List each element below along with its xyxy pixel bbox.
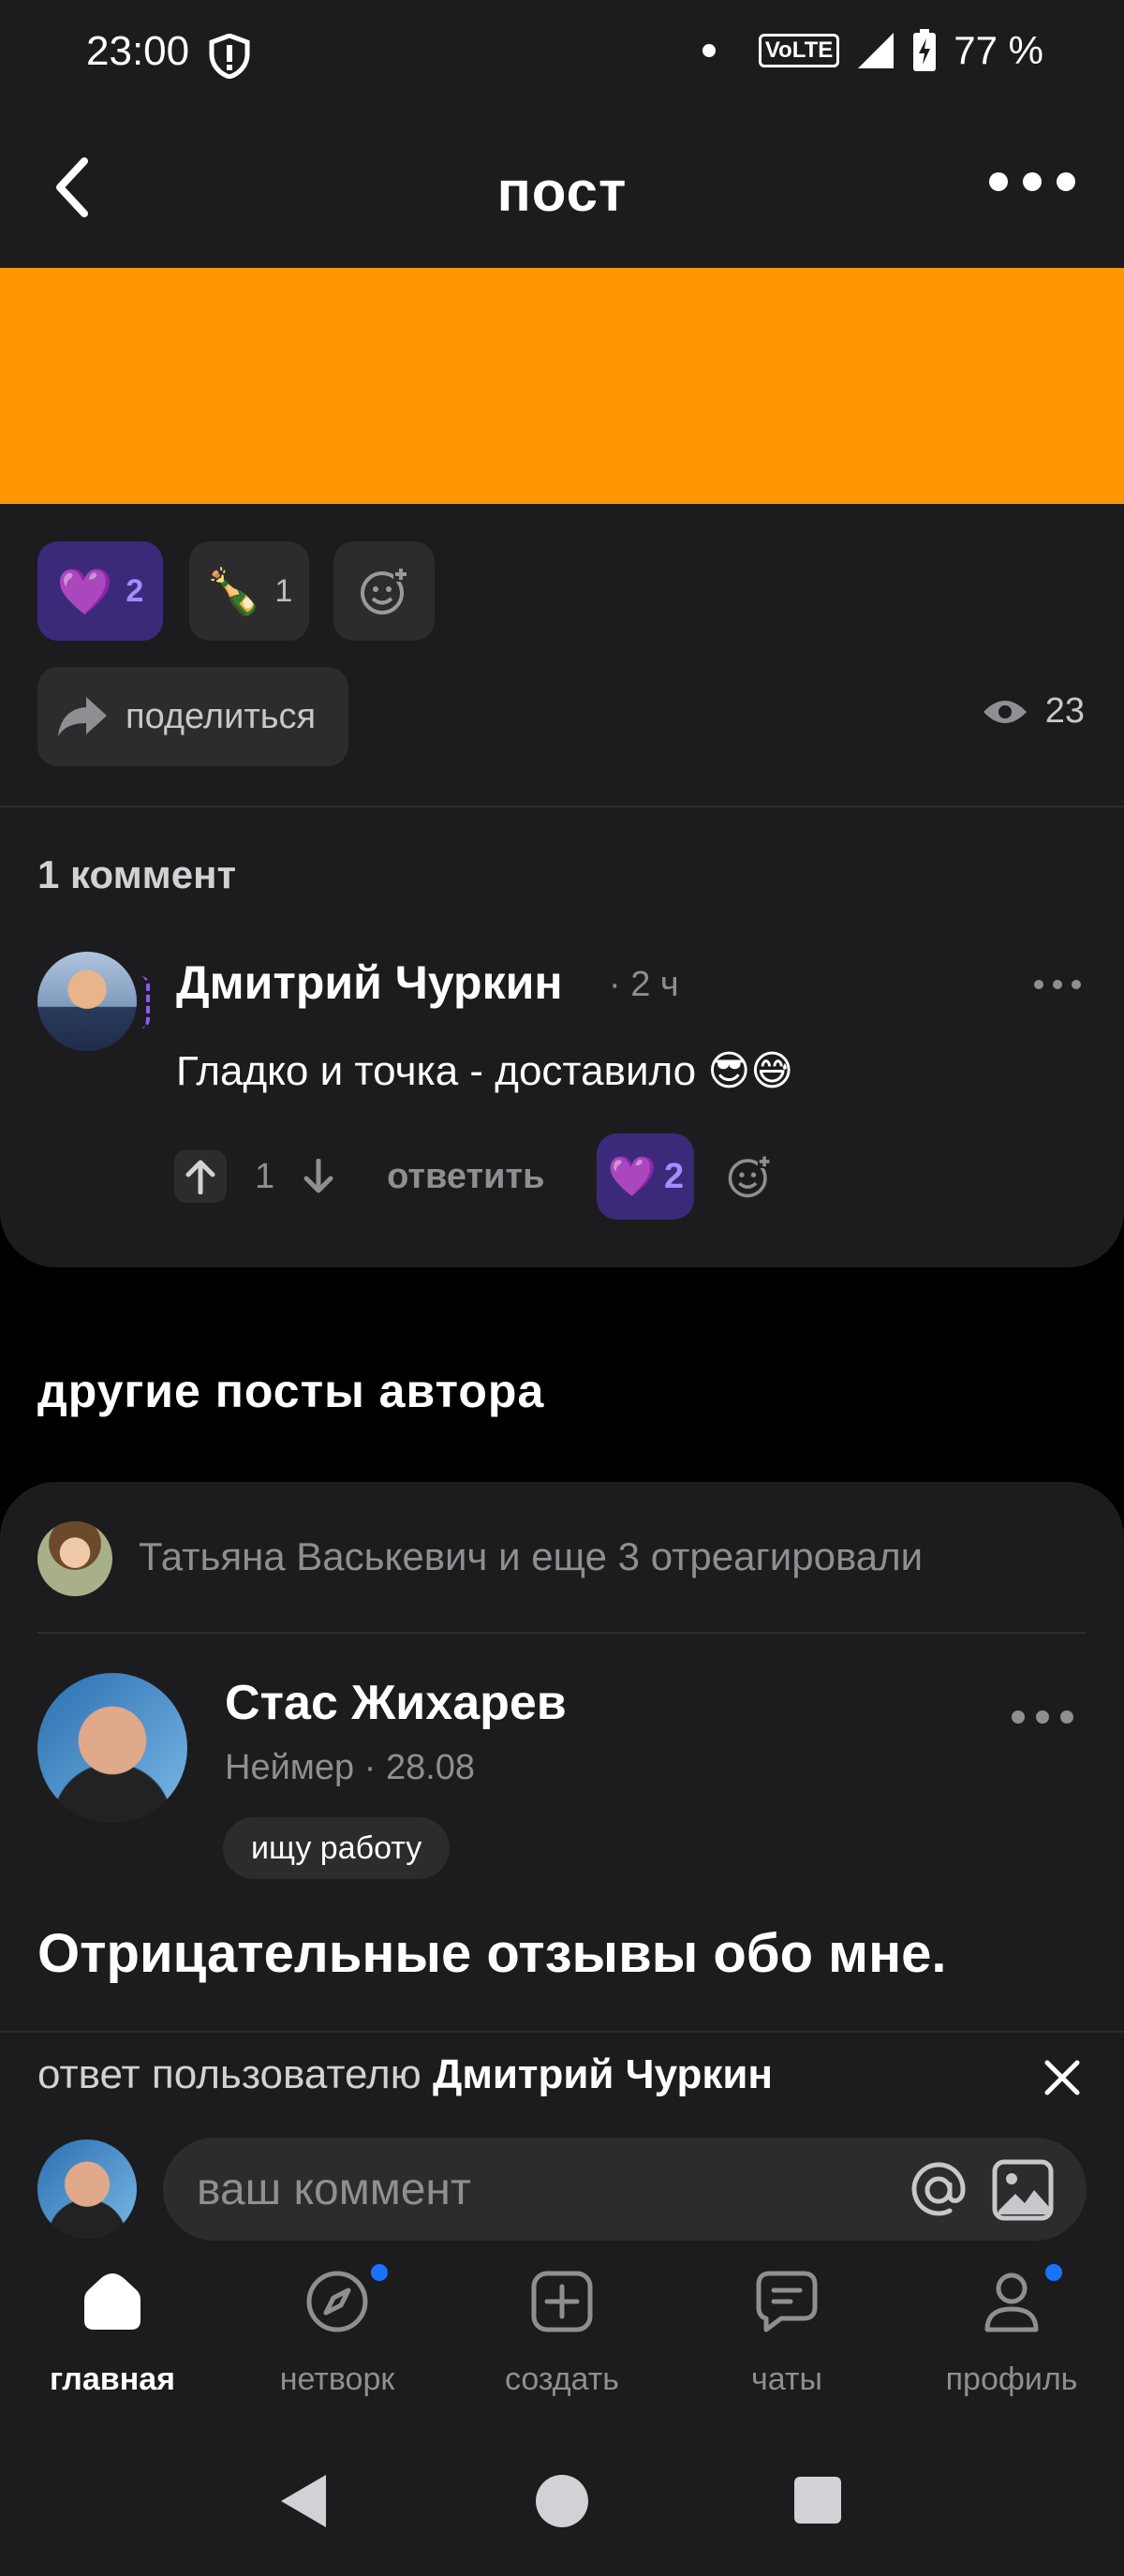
divider (37, 1632, 1087, 1634)
comment-author-name[interactable]: Дмитрий Чуркин (176, 955, 563, 1010)
notification-dot-icon (702, 44, 716, 57)
post-more-icon[interactable] (1012, 1710, 1073, 1724)
chat-icon (756, 2271, 818, 2332)
status-bar: 23:00 VoLTE 77 % (0, 0, 1124, 112)
nav-label: чаты (751, 2361, 822, 2397)
reply-to-label: ответ пользователю Дмитрий Чуркин (37, 2051, 773, 2098)
post-author-avatar[interactable] (37, 1673, 187, 1823)
reply-button[interactable]: ответить (387, 1157, 544, 1197)
vote-count: 1 (255, 1156, 275, 1196)
upvote-button[interactable] (174, 1150, 227, 1203)
nav-item-create[interactable]: создать (450, 2270, 674, 2420)
reaction-count: 2 (664, 1156, 685, 1196)
story-ring (140, 976, 150, 1029)
share-arrow-icon (58, 697, 107, 736)
battery-percent: 77 % (954, 28, 1043, 72)
notification-dot (1045, 2264, 1062, 2281)
top-app-bar: пост (0, 112, 1124, 268)
page-title: пост (496, 160, 628, 223)
nav-label: главная (49, 2361, 175, 2397)
share-button[interactable]: поделиться (37, 667, 348, 766)
nav-item-network[interactable]: нетворк (225, 2264, 450, 2420)
system-recents-icon[interactable] (794, 2477, 841, 2524)
signal-icon (858, 33, 895, 68)
comment-reaction-chip[interactable]: 💜 2 (597, 1133, 695, 1220)
comment-actions: 1 ответить 💜 2 (174, 1133, 773, 1220)
purple-heart-icon: 💜 (56, 567, 113, 617)
status-badge: ищу работу (223, 1817, 451, 1879)
share-label: поделиться (126, 696, 317, 736)
notification-dot (371, 2264, 388, 2281)
compass-icon (306, 2271, 368, 2332)
nav-label: создать (504, 2361, 620, 2397)
comment-text: Гладко и точка - доставило 😎😅 (176, 1048, 794, 1094)
shield-icon (209, 34, 250, 79)
add-reaction-button[interactable] (333, 541, 435, 641)
nav-label: профиль (945, 2361, 1078, 2397)
eye-icon (983, 700, 1027, 723)
reaction-bottle-chip[interactable]: 🍾 1 (189, 541, 309, 641)
nav-item-chats[interactable]: чаты (674, 2270, 899, 2420)
comments-count: 1 коммент (37, 852, 237, 896)
bottom-navigation: главная нетворк создать чаты профиль (0, 2112, 1124, 2397)
post-title: Отрицательные отзывы обо мне. (37, 1923, 947, 1984)
status-indicators: VoLTE 77 % (702, 28, 1043, 73)
other-post-card[interactable]: Татьяна Васькевич и еще 3 отреагировали … (0, 1482, 1124, 2033)
views-count: 23 (1044, 691, 1085, 731)
battery-icon (913, 29, 937, 71)
reply-target: Дмитрий Чуркин (432, 2051, 773, 2097)
nav-label: нетворк (279, 2361, 395, 2397)
arrow-down-icon[interactable] (303, 1159, 334, 1194)
post-author-name[interactable]: Стас Жихарев (225, 1675, 567, 1731)
divider (0, 2031, 1124, 2033)
nav-item-home[interactable]: главная (0, 2270, 225, 2420)
profile-icon (984, 2273, 1039, 2332)
post-card: 💜 2 🍾 1 поделиться 23 1 коммент Дмитрий … (0, 504, 1124, 1267)
reply-prefix: ответ пользователю (37, 2051, 422, 2097)
reaction-heart-chip[interactable]: 💜 2 (37, 541, 163, 641)
system-back-icon[interactable] (279, 2473, 328, 2529)
system-home-icon[interactable] (536, 2475, 588, 2527)
section-title: другие посты автора (37, 1365, 545, 1417)
post-meta: Неймер · 28.08 (225, 1748, 476, 1787)
add-emoji-icon[interactable] (726, 1153, 773, 1200)
views-counter: 23 (982, 691, 1085, 732)
reacted-text: Татьяна Васькевич и еще 3 отреагировали (139, 1534, 924, 1578)
close-icon[interactable] (1042, 2057, 1083, 2098)
reaction-count: 2 (126, 572, 144, 609)
more-options-icon[interactable] (989, 172, 1075, 191)
home-icon (84, 2273, 140, 2330)
system-navigation-bar (0, 2407, 1124, 2576)
post-banner-image (0, 268, 1124, 504)
comment-author-avatar[interactable] (37, 952, 137, 1051)
arrow-up-icon (185, 1160, 215, 1194)
purple-heart-icon: 💜 (607, 1153, 658, 1198)
comment-time: · 2 ч (609, 965, 679, 1004)
volte-icon: VoLTE (758, 34, 840, 67)
reaction-count: 1 (274, 572, 293, 609)
nav-item-profile[interactable]: профиль (899, 2264, 1124, 2420)
champagne-icon: 🍾 (205, 567, 262, 617)
divider (0, 806, 1124, 807)
add-emoji-icon (361, 567, 408, 614)
comment-more-icon[interactable] (1034, 980, 1081, 989)
status-time: 23:00 (86, 28, 190, 74)
reactor-avatar (37, 1521, 112, 1596)
add-square-icon (531, 2271, 593, 2332)
